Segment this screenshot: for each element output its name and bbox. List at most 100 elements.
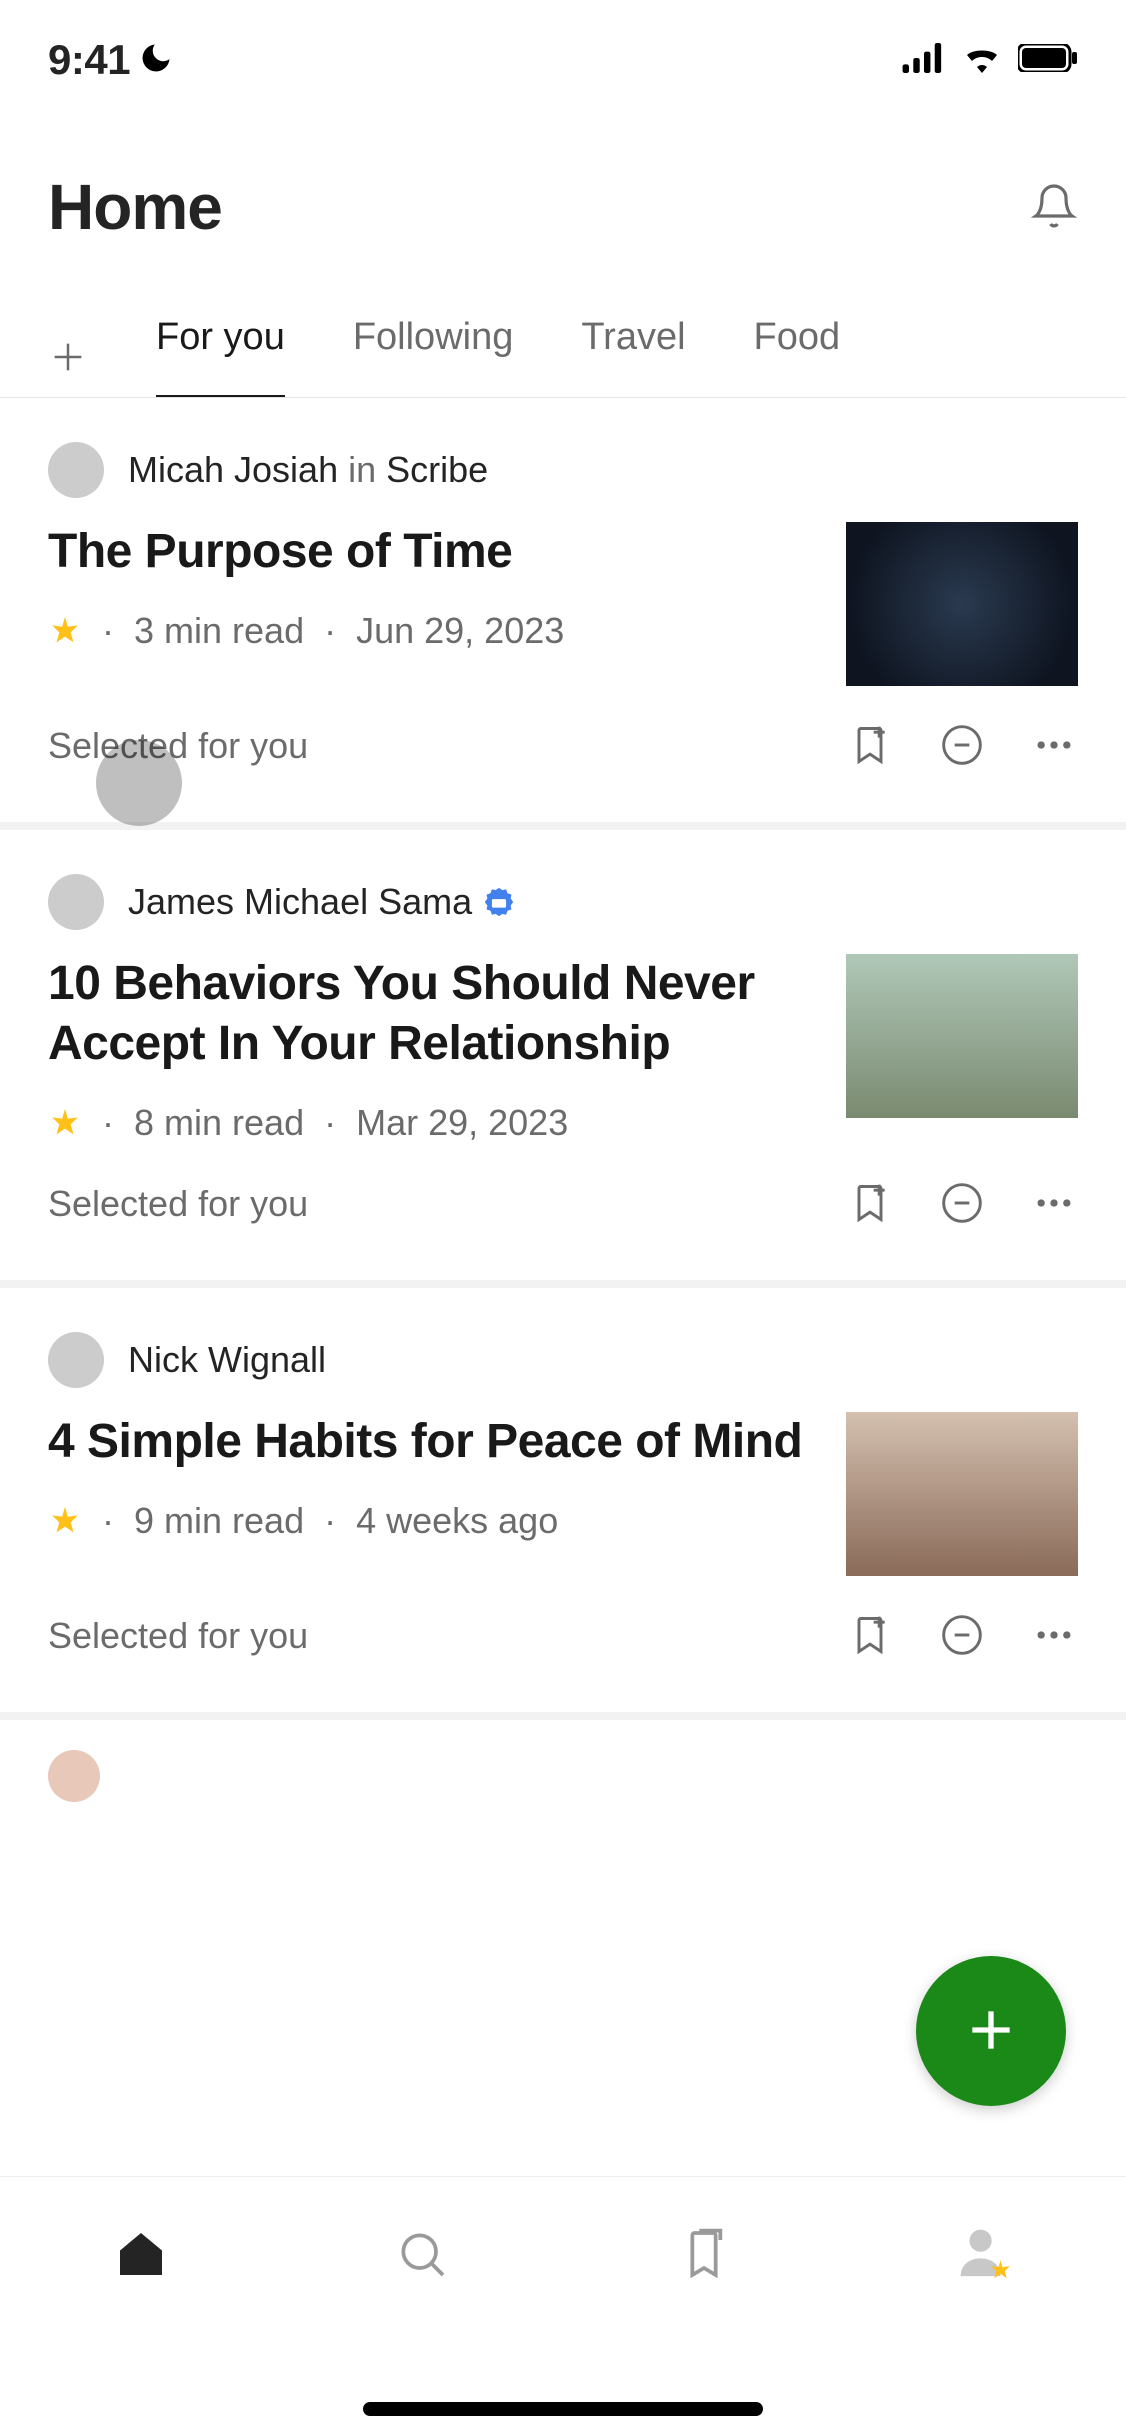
read-time: 3 min read (134, 610, 304, 652)
article-footer: Selected for you (48, 722, 1078, 770)
more-button[interactable] (1030, 1180, 1078, 1228)
nav-profile[interactable] (953, 2223, 1017, 2287)
tab-for-you[interactable]: For you (156, 316, 285, 397)
article-card-peek[interactable] (0, 1720, 1126, 1802)
article-card[interactable]: Nick Wignall 4 Simple Habits for Peace o… (0, 1288, 1126, 1720)
bottom-nav (0, 2176, 1126, 2436)
article-actions (846, 722, 1078, 770)
home-icon (113, 2226, 169, 2285)
selected-tag: Selected for you (48, 1183, 308, 1225)
verified-badge-icon (482, 885, 516, 919)
nav-bookmarks[interactable] (672, 2223, 736, 2287)
nav-search[interactable] (390, 2223, 454, 2287)
minus-circle-icon (940, 1613, 984, 1660)
plus-icon (959, 1998, 1023, 2065)
byline-text[interactable]: Micah Josiah in Scribe (128, 449, 488, 491)
article-title: 10 Behaviors You Should Never Accept In … (48, 954, 816, 1074)
article-date: Mar 29, 2023 (356, 1102, 568, 1144)
bookmarks-icon (676, 2226, 732, 2285)
search-icon (394, 2226, 450, 2285)
show-less-button[interactable] (938, 1180, 986, 1228)
bookmark-button[interactable] (846, 1612, 894, 1660)
article-byline: Micah Josiah in Scribe (48, 442, 1078, 498)
dot-separator: · (102, 610, 114, 652)
compose-fab[interactable] (916, 1956, 1066, 2106)
article-byline: Nick Wignall (48, 1332, 1078, 1388)
member-star-icon (48, 614, 82, 648)
in-word: in (348, 449, 376, 491)
selected-tag: Selected for you (48, 725, 308, 767)
wifi-icon (962, 43, 1002, 78)
article-byline: James Michael Sama (48, 874, 1078, 930)
author-name: Nick Wignall (128, 1339, 326, 1381)
status-bar: 9:41 (0, 0, 1126, 90)
article-footer: Selected for you (48, 1180, 1078, 1228)
author-name: Micah Josiah (128, 449, 338, 491)
article-card[interactable]: James Michael Sama 10 Behaviors You Shou… (0, 830, 1126, 1288)
author-name: James Michael Sama (128, 881, 472, 923)
bookmark-add-icon (848, 723, 892, 770)
bookmark-button[interactable] (846, 722, 894, 770)
article-date: Jun 29, 2023 (356, 610, 564, 652)
article-footer: Selected for you (48, 1612, 1078, 1660)
dot-separator: · (324, 610, 336, 652)
cellular-icon (902, 43, 946, 78)
tabs: For you Following Travel Food (0, 284, 1126, 398)
article-body: 10 Behaviors You Should Never Accept In … (48, 954, 1078, 1144)
article-text: 10 Behaviors You Should Never Accept In … (48, 954, 816, 1144)
show-less-button[interactable] (938, 1612, 986, 1660)
more-horizontal-icon (1032, 1613, 1076, 1660)
bell-icon (1030, 182, 1078, 233)
article-date: 4 weeks ago (356, 1500, 558, 1542)
bookmark-button[interactable] (846, 1180, 894, 1228)
notifications-button[interactable] (1030, 183, 1078, 231)
byline-text[interactable]: Nick Wignall (128, 1339, 326, 1381)
header: Home (0, 90, 1126, 284)
more-button[interactable] (1030, 722, 1078, 770)
dot-separator: · (324, 1500, 336, 1542)
feed: Micah Josiah in Scribe The Purpose of Ti… (0, 398, 1126, 1802)
byline-text[interactable]: James Michael Sama (128, 881, 516, 923)
nav-home[interactable] (109, 2223, 173, 2287)
show-less-button[interactable] (938, 722, 986, 770)
article-meta: · 9 min read · 4 weeks ago (48, 1500, 816, 1542)
article-body: The Purpose of Time · 3 min read · Jun 2… (48, 522, 1078, 686)
article-title: The Purpose of Time (48, 522, 816, 582)
add-topic-button[interactable] (48, 337, 88, 377)
tab-travel[interactable]: Travel (581, 316, 685, 397)
article-actions (846, 1180, 1078, 1228)
dot-separator: · (324, 1102, 336, 1144)
bookmark-add-icon (848, 1613, 892, 1660)
member-star-icon (48, 1504, 82, 1538)
avatar[interactable] (48, 1750, 100, 1802)
tab-food[interactable]: Food (754, 316, 841, 397)
publication-name: Scribe (386, 449, 488, 491)
minus-circle-icon (940, 723, 984, 770)
moon-icon (138, 40, 174, 81)
article-thumbnail (846, 954, 1078, 1118)
article-thumbnail (846, 1412, 1078, 1576)
profile-icon (954, 2223, 1016, 2288)
avatar[interactable] (48, 874, 104, 930)
battery-icon (1018, 44, 1078, 77)
article-text: The Purpose of Time · 3 min read · Jun 2… (48, 522, 816, 652)
home-indicator[interactable] (363, 2402, 763, 2416)
article-card[interactable]: Micah Josiah in Scribe The Purpose of Ti… (0, 398, 1126, 830)
bookmark-add-icon (848, 1181, 892, 1228)
minus-circle-icon (940, 1181, 984, 1228)
status-time: 9:41 (48, 36, 130, 84)
page-title: Home (48, 170, 222, 244)
more-button[interactable] (1030, 1612, 1078, 1660)
avatar[interactable] (48, 442, 104, 498)
more-horizontal-icon (1032, 723, 1076, 770)
tab-following[interactable]: Following (353, 316, 514, 397)
article-actions (846, 1612, 1078, 1660)
avatar[interactable] (48, 1332, 104, 1388)
selected-tag: Selected for you (48, 1615, 308, 1657)
member-star-icon (48, 1106, 82, 1140)
article-title: 4 Simple Habits for Peace of Mind (48, 1412, 816, 1472)
article-body: 4 Simple Habits for Peace of Mind · 9 mi… (48, 1412, 1078, 1576)
article-meta: · 3 min read · Jun 29, 2023 (48, 610, 816, 652)
more-horizontal-icon (1032, 1181, 1076, 1228)
dot-separator: · (102, 1500, 114, 1542)
